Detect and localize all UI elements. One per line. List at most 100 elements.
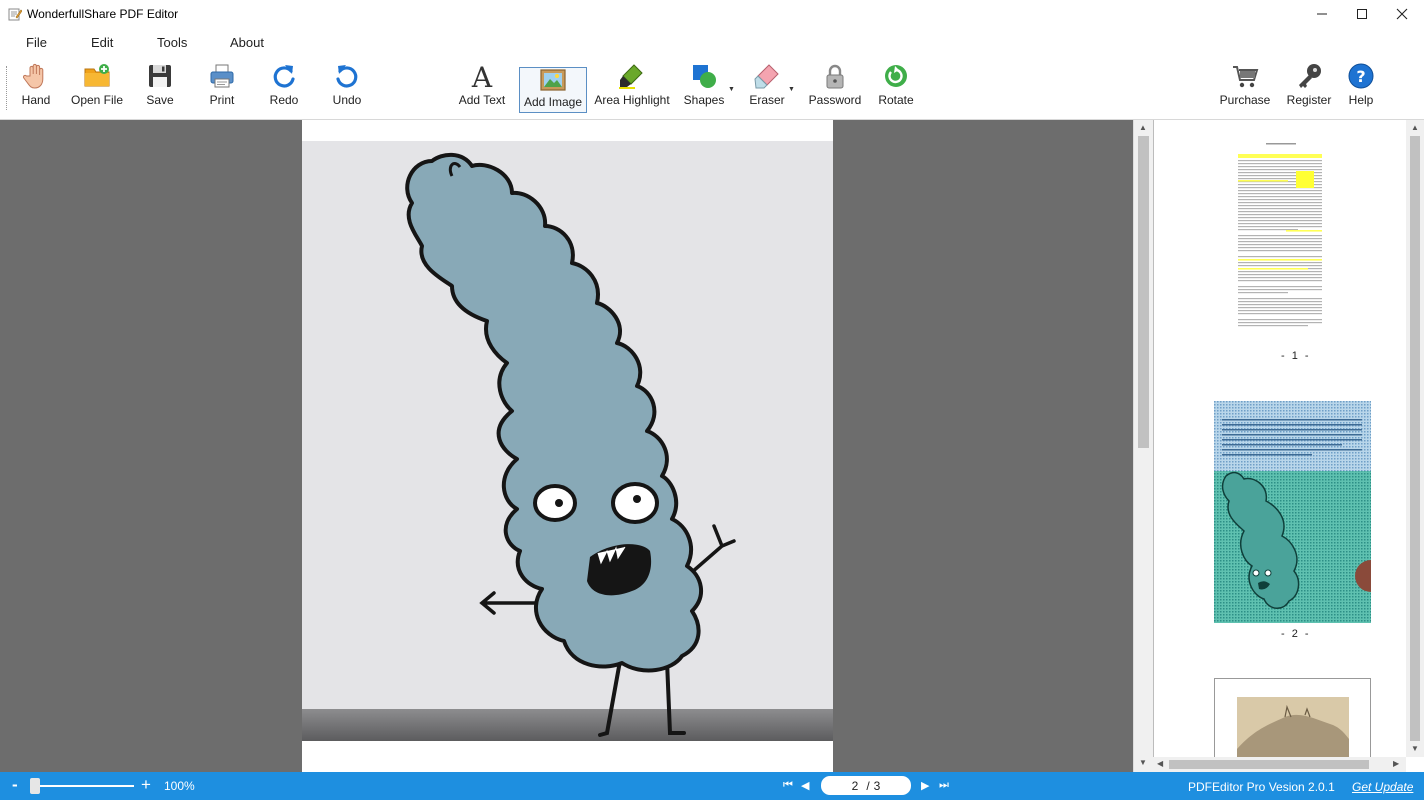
thumbnail-hscroll-thumb[interactable] bbox=[1169, 760, 1369, 769]
toolbar-grip[interactable] bbox=[6, 66, 9, 110]
zoom-out-button[interactable]: - bbox=[12, 775, 18, 795]
password-button[interactable]: Password bbox=[808, 62, 862, 114]
add-image-button[interactable]: Add Image bbox=[519, 67, 587, 113]
menu-tools[interactable]: Tools bbox=[157, 35, 187, 50]
thumbnail-scroll-right-icon[interactable]: ▶ bbox=[1393, 759, 1399, 768]
menu-about[interactable]: About bbox=[230, 35, 264, 50]
scroll-up-arrow-icon[interactable]: ▲ bbox=[1139, 123, 1147, 132]
prev-page-icon[interactable]: ◀ bbox=[801, 779, 809, 792]
thumbnail-page-1-preview bbox=[1238, 143, 1322, 327]
thumbnail-panel[interactable]: - 1 - - 2 - bbox=[1153, 120, 1407, 757]
page-image-cartoon[interactable] bbox=[302, 141, 833, 741]
purchase-label: Purchase bbox=[1219, 93, 1271, 107]
workspace-scroll-thumb[interactable] bbox=[1138, 136, 1149, 448]
register-label: Register bbox=[1286, 93, 1332, 107]
folder-icon bbox=[84, 64, 110, 87]
menu-bar: File Edit Tools About bbox=[0, 28, 1424, 56]
toolbar: Hand Open File Save Print Redo Undo A Ad… bbox=[0, 56, 1424, 120]
eraser-icon bbox=[754, 64, 779, 89]
add-text-label: Add Text bbox=[458, 93, 506, 107]
print-label: Print bbox=[209, 93, 235, 107]
open-file-button[interactable]: Open File bbox=[70, 62, 124, 114]
svg-text:?: ? bbox=[1356, 67, 1365, 86]
total-pages: 3 bbox=[873, 778, 881, 793]
zoom-slider-track[interactable] bbox=[30, 785, 134, 787]
page-number-field[interactable]: 2 / 3 bbox=[821, 776, 911, 795]
undo-label: Undo bbox=[332, 93, 362, 107]
thumbnail-scroll-left-icon[interactable]: ◀ bbox=[1157, 759, 1163, 768]
next-page-icon[interactable]: ▶ bbox=[921, 779, 929, 792]
svg-text:A: A bbox=[471, 62, 493, 90]
menu-edit[interactable]: Edit bbox=[91, 35, 113, 50]
padlock-icon bbox=[826, 64, 844, 89]
minimize-button[interactable] bbox=[1302, 0, 1342, 28]
thumbnail-page-1-label: - 1 - bbox=[1281, 350, 1311, 362]
thumbnail-page-2-label: - 2 - bbox=[1281, 628, 1311, 640]
open-file-label: Open File bbox=[70, 93, 124, 107]
save-button[interactable]: Save bbox=[139, 62, 181, 114]
thumbnail-page-2[interactable] bbox=[1214, 401, 1371, 623]
workspace-vertical-scrollbar[interactable]: ▲ ▼ bbox=[1133, 120, 1153, 772]
redo-button[interactable]: Redo bbox=[263, 62, 305, 114]
letter-a-icon: A bbox=[471, 62, 493, 90]
zoom-in-button[interactable]: + bbox=[141, 775, 151, 795]
first-page-icon[interactable]: ⏮ bbox=[783, 779, 793, 792]
redo-icon bbox=[273, 65, 295, 88]
thumbnail-horizontal-scrollbar[interactable]: ◀ ▶ bbox=[1153, 757, 1406, 772]
help-label: Help bbox=[1348, 93, 1374, 107]
eraser-label: Eraser bbox=[749, 93, 785, 107]
thumbnail-scroll-up-icon[interactable]: ▲ bbox=[1411, 123, 1419, 132]
shapes-label: Shapes bbox=[683, 93, 725, 107]
add-text-button[interactable]: A Add Text bbox=[456, 62, 508, 114]
minimize-icon bbox=[1317, 13, 1327, 15]
thumbnail-page-3[interactable] bbox=[1214, 678, 1371, 757]
thumbnail-scroll-thumb[interactable] bbox=[1410, 136, 1420, 741]
help-icon: ? bbox=[1348, 63, 1374, 89]
pdf-page[interactable] bbox=[302, 120, 833, 772]
undo-button[interactable]: Undo bbox=[326, 62, 368, 114]
help-button[interactable]: ? Help bbox=[1343, 62, 1379, 114]
save-label: Save bbox=[146, 93, 174, 107]
marker-icon bbox=[619, 64, 643, 89]
last-page-icon[interactable]: ⏭ bbox=[939, 779, 949, 792]
register-button[interactable]: Register bbox=[1285, 62, 1333, 114]
maximize-button[interactable] bbox=[1342, 0, 1382, 28]
cart-icon bbox=[1233, 66, 1259, 88]
hand-label: Hand bbox=[21, 93, 51, 107]
purchase-button[interactable]: Purchase bbox=[1218, 62, 1272, 114]
thumbnail-page-3-preview bbox=[1237, 697, 1349, 757]
zoom-slider-handle[interactable] bbox=[30, 778, 41, 794]
close-button[interactable] bbox=[1382, 0, 1422, 28]
area-highlight-button[interactable]: Area Highlight bbox=[594, 62, 670, 114]
maximize-icon bbox=[1357, 9, 1367, 19]
eraser-button[interactable]: Eraser bbox=[746, 62, 788, 114]
document-workspace[interactable] bbox=[0, 120, 1133, 772]
version-text: PDFEditor Pro Vesion 2.0.1 bbox=[1188, 780, 1335, 794]
shapes-button[interactable]: Shapes bbox=[682, 62, 726, 114]
thumbnail-vertical-scrollbar[interactable]: ▲ ▼ bbox=[1406, 120, 1424, 757]
window-title: WonderfullShare PDF Editor bbox=[27, 7, 179, 21]
hand-button[interactable]: Hand bbox=[14, 62, 58, 114]
close-icon bbox=[1396, 8, 1408, 20]
print-button[interactable]: Print bbox=[201, 62, 243, 114]
thumbnail-page-2-preview bbox=[1214, 401, 1371, 623]
shapes-dropdown-arrow[interactable]: ▼ bbox=[728, 86, 735, 93]
current-page-number[interactable]: 2 bbox=[852, 779, 859, 793]
picture-icon bbox=[540, 69, 566, 91]
eraser-dropdown-arrow[interactable]: ▼ bbox=[788, 86, 795, 93]
scroll-down-arrow-icon[interactable]: ▼ bbox=[1139, 758, 1147, 767]
floppy-icon bbox=[149, 65, 171, 87]
title-bar: WonderfullShare PDF Editor bbox=[0, 0, 1424, 28]
area-highlight-label: Area Highlight bbox=[594, 93, 670, 107]
thumbnail-scroll-down-icon[interactable]: ▼ bbox=[1411, 744, 1419, 753]
shapes-icon bbox=[693, 65, 716, 88]
thumbnail-page-1[interactable] bbox=[1236, 140, 1326, 350]
rotate-button[interactable]: Rotate bbox=[874, 62, 918, 114]
rotate-icon bbox=[885, 65, 907, 87]
zoom-level: 100% bbox=[164, 779, 195, 793]
rotate-label: Rotate bbox=[878, 93, 914, 107]
password-label: Password bbox=[808, 93, 862, 107]
get-update-link[interactable]: Get Update bbox=[1352, 780, 1413, 794]
hand-icon bbox=[22, 63, 44, 89]
menu-file[interactable]: File bbox=[26, 35, 47, 50]
